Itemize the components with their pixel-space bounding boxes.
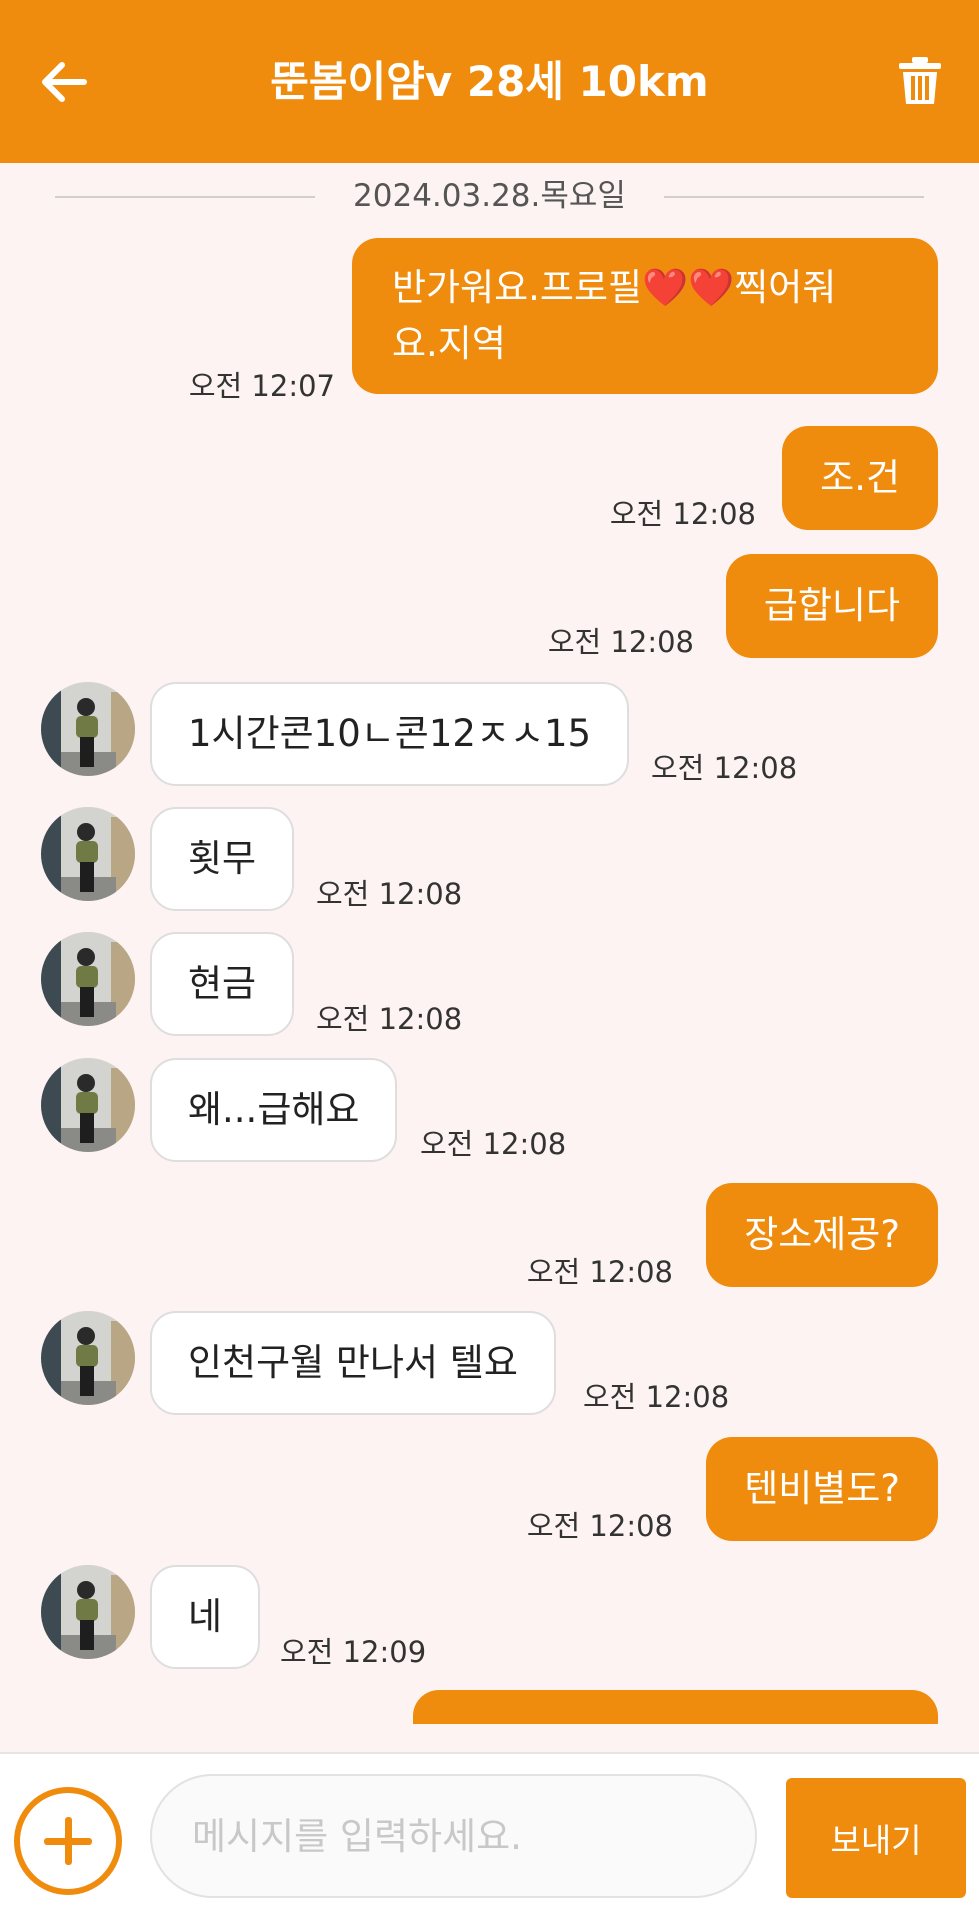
- message-time: 오전 12:08: [526, 1255, 673, 1289]
- message-bubble[interactable]: 1시간콘10ㄴ콘12ㅈㅅ15: [150, 682, 630, 786]
- message-sent: 조.건: [782, 426, 938, 530]
- message-sent: 장소제공?: [706, 1183, 938, 1287]
- message-bubble[interactable]: 장소제공?: [706, 1183, 938, 1287]
- message-time: 오전 12:08: [526, 1509, 673, 1543]
- add-attachment-button[interactable]: [14, 1787, 122, 1895]
- delete-chat-button[interactable]: [897, 56, 943, 106]
- message-bubble[interactable]: 현금: [150, 932, 295, 1036]
- avatar[interactable]: [41, 1058, 135, 1152]
- message-received: 1시간콘10ㄴ콘12ㅈㅅ15: [150, 682, 630, 786]
- profile-photo-icon: [41, 1058, 135, 1152]
- message-text-line: 요.지역: [392, 322, 506, 365]
- arrow-left-icon: [42, 62, 87, 102]
- message-input[interactable]: [150, 1774, 757, 1898]
- divider: [664, 196, 924, 198]
- message-time: 오전 12:08: [420, 1127, 567, 1161]
- profile-photo-icon: [41, 682, 135, 776]
- message-bubble[interactable]: [413, 1690, 938, 1724]
- message-time: 오전 12:08: [316, 1002, 463, 1036]
- chat-header: 뚠봄이얌v 28세 10km: [0, 0, 979, 163]
- back-button[interactable]: [36, 54, 92, 110]
- profile-photo-icon: [41, 807, 135, 901]
- message-composer: 보내기: [0, 1752, 979, 1921]
- avatar[interactable]: [41, 1311, 135, 1405]
- message-time: 오전 12:07: [188, 369, 335, 403]
- message-bubble[interactable]: 네: [150, 1565, 261, 1669]
- message-text-line: 반가워요.프로필❤️❤️찍어줘: [392, 266, 837, 309]
- chat-title: 뚠봄이얌v 28세 10km: [270, 57, 709, 106]
- message-time: 오전 12:08: [609, 497, 756, 531]
- message-sent: 텐비별도?: [706, 1437, 938, 1541]
- message-bubble[interactable]: 왜...급해요: [150, 1058, 398, 1162]
- message-sent: 급합니다: [725, 554, 938, 658]
- message-received: 현금: [150, 932, 295, 1036]
- message-time: 오전 12:08: [651, 751, 798, 785]
- avatar[interactable]: [41, 1565, 135, 1659]
- message-time: 오전 12:09: [280, 1635, 427, 1669]
- avatar[interactable]: [41, 807, 135, 901]
- message-bubble[interactable]: 텐비별도?: [706, 1437, 938, 1541]
- message-bubble[interactable]: 인천구월 만나서 텔요: [150, 1311, 556, 1415]
- trash-icon: [899, 57, 941, 104]
- message-received: 왜...급해요: [150, 1058, 398, 1162]
- message-sent: 반가워요.프로필❤️❤️찍어줘 요.지역: [352, 238, 938, 394]
- message-bubble[interactable]: 횟무: [150, 807, 295, 911]
- message-sent-partial: [413, 1690, 938, 1724]
- profile-photo-icon: [41, 1311, 135, 1405]
- profile-photo-icon: [41, 932, 135, 1026]
- message-time: 오전 12:08: [547, 625, 694, 659]
- avatar[interactable]: [41, 932, 135, 1026]
- message-bubble[interactable]: 급합니다: [725, 554, 938, 658]
- message-received: 횟무: [150, 807, 295, 911]
- avatar[interactable]: [41, 682, 135, 776]
- date-separator: 2024.03.28.목요일: [55, 176, 924, 216]
- message-bubble[interactable]: 조.건: [782, 426, 938, 530]
- profile-photo-icon: [41, 1565, 135, 1659]
- message-time: 오전 12:08: [583, 1380, 730, 1414]
- message-received: 인천구월 만나서 텔요: [150, 1311, 556, 1415]
- message-bubble[interactable]: 반가워요.프로필❤️❤️찍어줘 요.지역: [352, 238, 938, 394]
- message-received: 네: [150, 1565, 261, 1669]
- message-time: 오전 12:08: [316, 877, 463, 911]
- send-button[interactable]: 보내기: [786, 1778, 966, 1898]
